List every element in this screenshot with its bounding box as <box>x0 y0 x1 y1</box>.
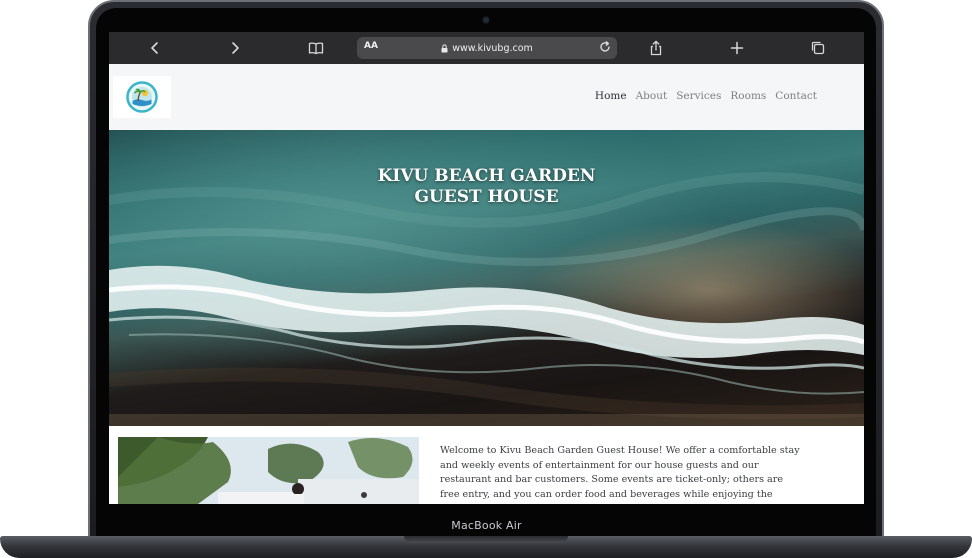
reload-icon[interactable] <box>598 40 612 54</box>
book-icon <box>308 42 324 55</box>
share-icon <box>650 40 662 56</box>
forward-button[interactable] <box>224 38 246 58</box>
nav-home[interactable]: Home <box>595 90 627 102</box>
chevron-left-icon <box>151 42 158 54</box>
plus-icon <box>730 41 744 55</box>
lock-icon <box>441 43 448 53</box>
site-logo[interactable] <box>113 76 171 118</box>
new-tab-button[interactable] <box>726 38 748 58</box>
main-nav: Home About Services Rooms Contact <box>595 90 817 102</box>
browser-screen: AA www.kivubg.com Home About Services Ro… <box>109 32 864 504</box>
tabs-icon <box>811 41 825 55</box>
intro-text: Welcome to Kivu Beach Garden Guest House… <box>440 445 800 504</box>
back-button[interactable] <box>144 38 166 58</box>
chevron-right-icon <box>232 42 239 54</box>
tabs-overview-button[interactable] <box>807 38 829 58</box>
site-header: Home About Services Rooms Contact <box>109 64 864 130</box>
nav-contact[interactable]: Contact <box>775 90 817 102</box>
event-photo <box>118 437 419 504</box>
nav-about[interactable]: About <box>636 90 668 102</box>
browser-toolbar: AA www.kivubg.com <box>109 32 864 64</box>
camera-icon <box>483 17 489 23</box>
nav-rooms[interactable]: Rooms <box>730 90 766 102</box>
url-text: www.kivubg.com <box>452 42 533 54</box>
address-bar[interactable]: AA www.kivubg.com <box>357 37 617 59</box>
hero-title: KIVU BEACH GARDEN GUEST HOUSE <box>377 166 596 207</box>
hero-banner: KIVU BEACH GARDEN GUEST HOUSE <box>109 130 864 426</box>
laptop-hinge-notch <box>404 536 568 543</box>
nav-services[interactable]: Services <box>676 90 721 102</box>
beach-logo-icon <box>126 81 158 113</box>
bookmarks-button[interactable] <box>305 38 327 58</box>
share-button[interactable] <box>645 38 667 58</box>
laptop-model-label: MacBook Air <box>451 519 522 532</box>
intro-section: Welcome to Kivu Beach Garden Guest House… <box>109 426 864 504</box>
